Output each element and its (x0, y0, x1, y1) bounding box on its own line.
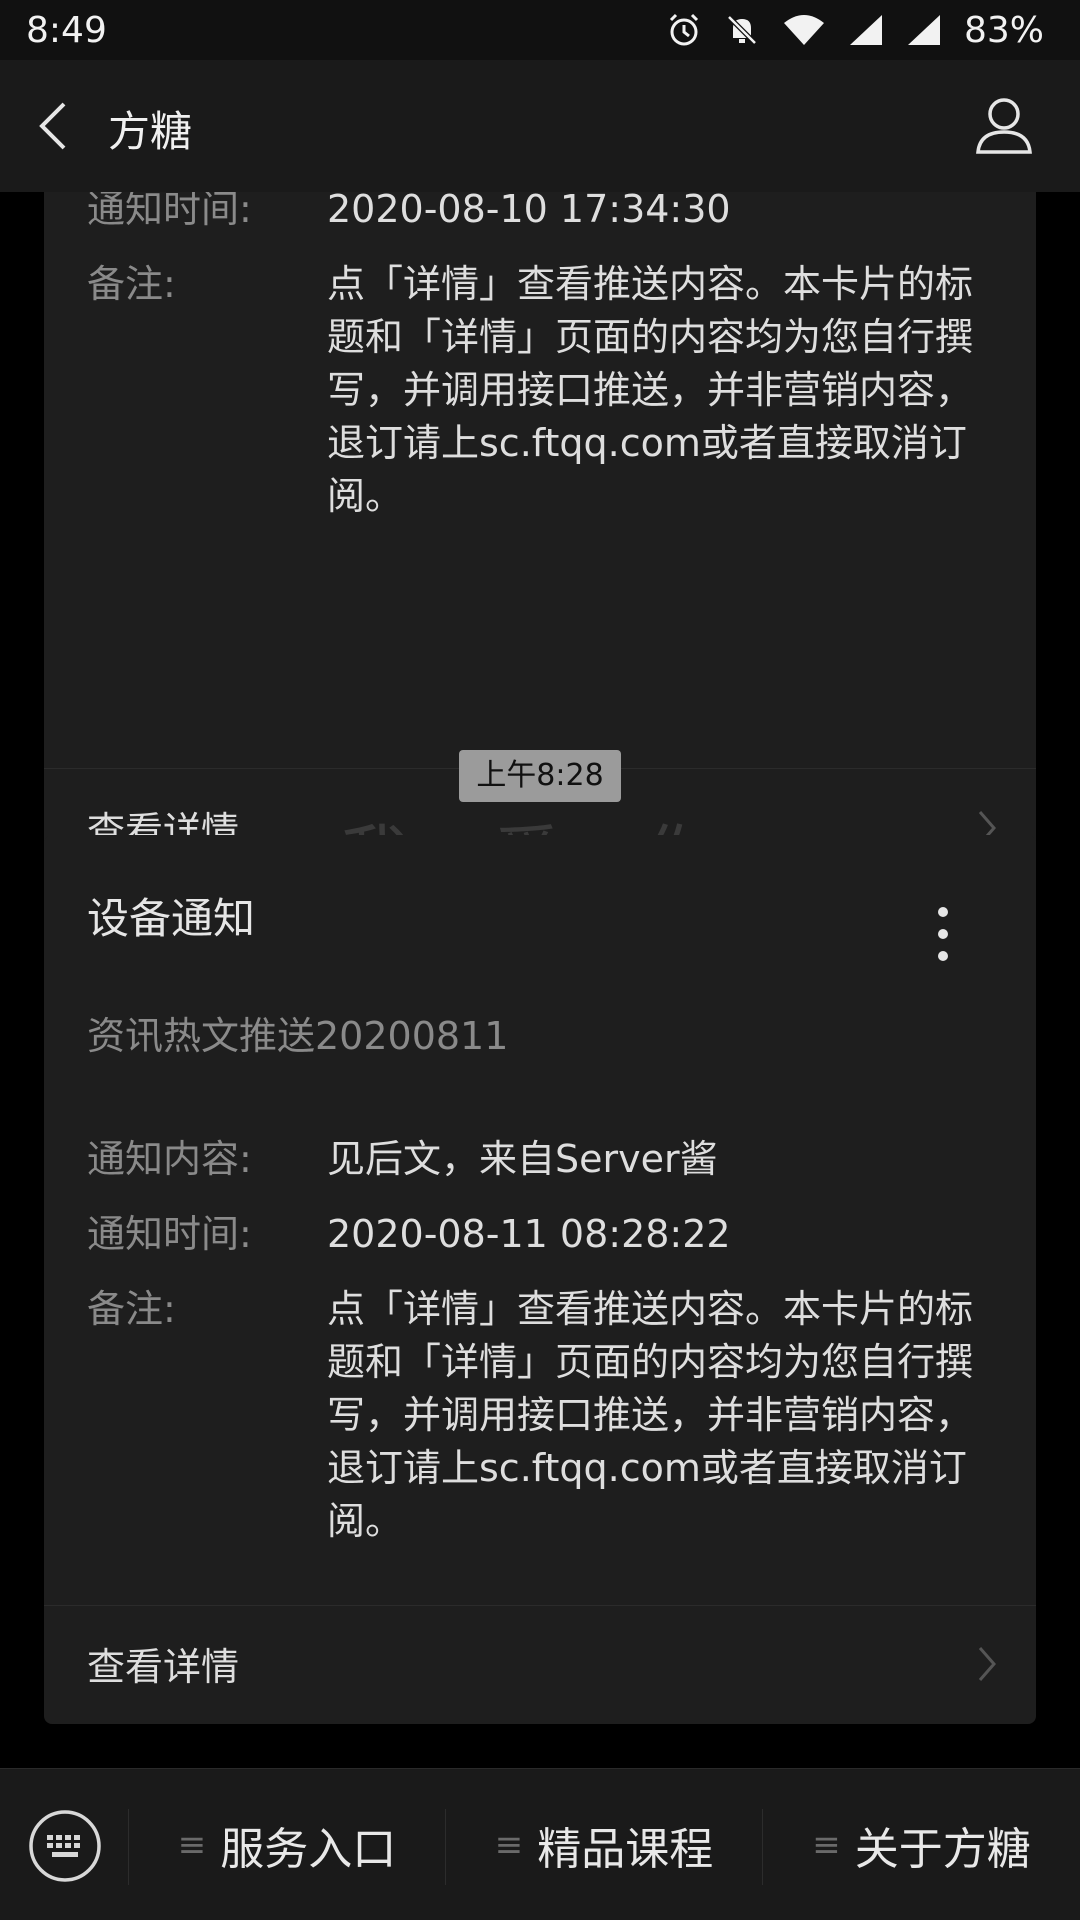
alarm-icon (669, 13, 699, 46)
row-label: 通知内容: (87, 1137, 252, 1181)
status-bar: 8:49 83% (0, 0, 1080, 60)
card-subtitle: 资讯热文推送20200811 (87, 1014, 509, 1058)
keyboard-icon[interactable] (28, 1809, 102, 1883)
screen: 8:49 83% 方糖 通知时间: 2020-08-10 17:34:30 备注… (0, 0, 1080, 1920)
menu-list-icon: ≡ (494, 1825, 524, 1865)
menu-item-label: 精品课程 (537, 1824, 714, 1875)
row-value: 2020-08-11 08:28:22 (327, 1212, 731, 1256)
menu-item-about[interactable]: ≡ 关于方糖 (763, 1769, 1080, 1920)
bell-off-icon (727, 15, 757, 45)
view-details-label: 查看详情 (87, 1645, 240, 1689)
menu-item-label: 服务入口 (220, 1824, 397, 1875)
row-label: 通知时间: (87, 192, 252, 231)
chevron-right-icon (978, 1647, 996, 1681)
row-value: 见后文，来自Server酱 (327, 1137, 718, 1181)
message-list[interactable]: 通知时间: 2020-08-10 17:34:30 备注: 点「详情」查看推送内… (0, 192, 1080, 1768)
menu-item-service[interactable]: ≡ 服务入口 (129, 1769, 445, 1920)
row-label: 备注: (87, 262, 176, 306)
notification-card: 设备通知 资讯热文推送20200811 通知内容: 见后文，来自Server酱 … (44, 835, 1036, 1724)
wifi-icon (783, 15, 824, 45)
page-title: 方糖 (108, 107, 193, 156)
chevron-left-icon[interactable] (34, 100, 74, 152)
status-time: 8:49 (26, 9, 107, 51)
row-label: 备注: (87, 1287, 176, 1331)
row-value: 2020-08-10 17:34:30 (327, 192, 731, 231)
user-icon[interactable] (974, 94, 1034, 156)
more-vertical-icon[interactable] (936, 905, 950, 963)
message-timestamp: 上午8:28 (459, 750, 621, 802)
row-value: 点「详情」查看推送内容。本卡片的标题和「详情」页面的内容均为您自行撰写，并调用接… (327, 262, 974, 518)
menu-list-icon: ≡ (812, 1825, 841, 1865)
card-title: 设备通知 (87, 894, 256, 943)
signal-icon (907, 15, 940, 45)
menu-item-courses[interactable]: ≡ 精品课程 (446, 1769, 762, 1920)
bottom-menu: ≡ 服务入口 ≡ 精品课程 ≡ 关于方糖 (0, 1768, 1080, 1920)
battery-level: 83% (963, 9, 1044, 51)
view-details-button[interactable]: 查看详情 (44, 1606, 1036, 1724)
status-icons: 83% (666, 10, 1044, 51)
menu-list-icon: ≡ (177, 1825, 207, 1865)
row-label: 通知时间: (87, 1212, 252, 1256)
signal-icon (849, 15, 882, 45)
nav-bar: 方糖 (0, 60, 1080, 192)
menu-item-label: 关于方糖 (854, 1824, 1031, 1875)
row-value: 点「详情」查看推送内容。本卡片的标题和「详情」页面的内容均为您自行撰写，并调用接… (327, 1287, 974, 1543)
